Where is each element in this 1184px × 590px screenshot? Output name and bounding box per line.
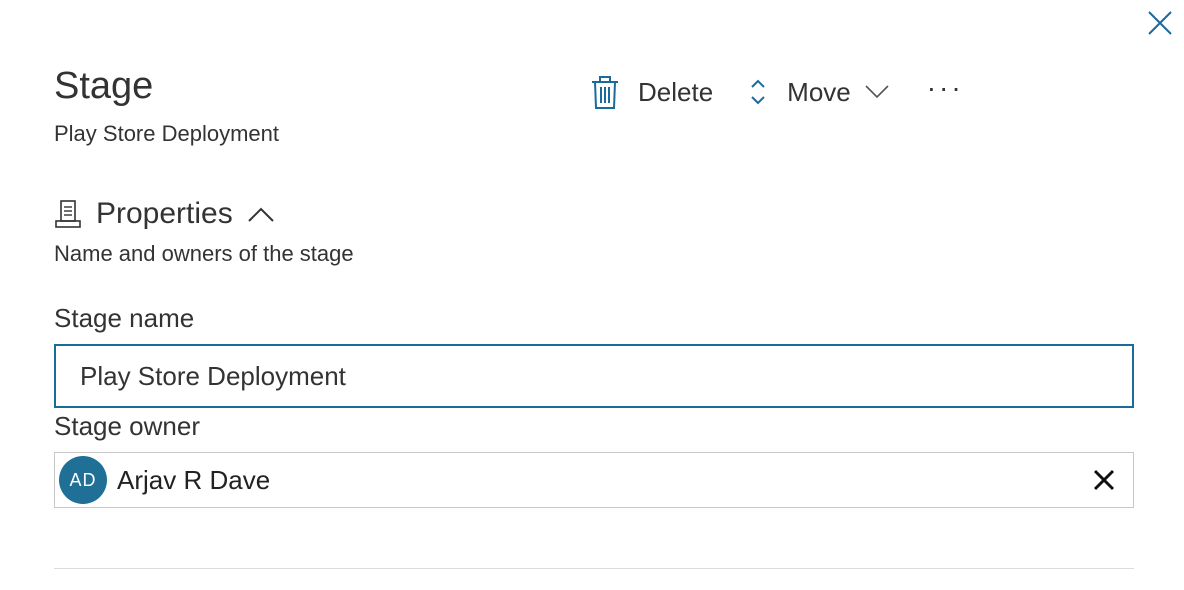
close-panel-button[interactable] [1142,5,1178,41]
move-label: Move [787,76,851,107]
more-options-button[interactable]: ··· [927,72,964,112]
delete-label: Delete [638,76,714,107]
properties-title: Properties [96,197,233,230]
toolbar: Delete Move ··· [588,72,964,112]
close-icon [1148,11,1172,35]
stage-name-label: Stage name [54,303,195,333]
properties-header: Properties [54,194,277,234]
chevron-up-icon [248,207,274,222]
panel-title: Stage [54,65,154,107]
chevron-down-icon [863,72,891,112]
properties-icon [54,199,82,229]
properties-description: Name and owners of the stage [54,241,354,266]
close-icon [1093,469,1115,491]
stage-name-input[interactable] [54,344,1134,408]
collapse-properties-button[interactable] [245,199,277,229]
delete-button[interactable]: Delete [588,72,713,112]
stage-owner-label: Stage owner [54,411,200,441]
remove-owner-button[interactable] [1089,465,1119,495]
move-button[interactable]: Move [747,72,891,112]
trash-icon [588,72,622,112]
owner-name: Arjav R Dave [117,464,271,495]
stage-owner-field[interactable]: AD Arjav R Dave [54,452,1134,508]
avatar: AD [59,456,107,504]
up-down-chevron-icon [747,72,769,112]
panel-subtitle: Play Store Deployment [54,121,279,146]
divider [54,568,1134,569]
